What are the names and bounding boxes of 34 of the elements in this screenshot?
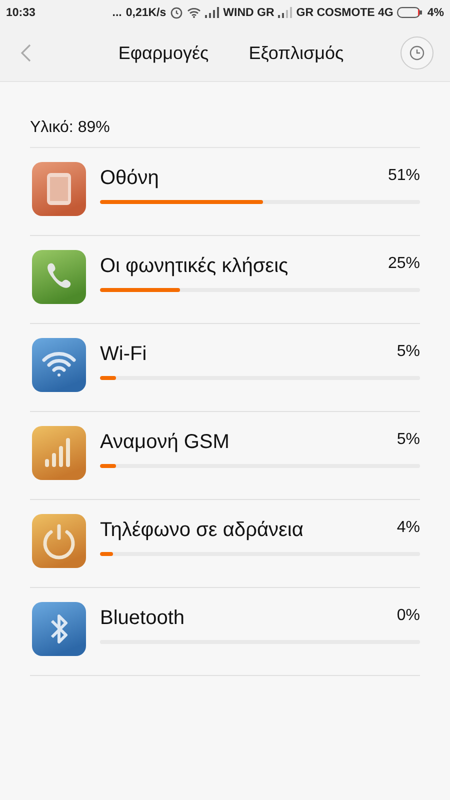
bluetooth-icon	[32, 602, 86, 656]
signal-icon	[205, 7, 220, 18]
clock-icon[interactable]	[400, 36, 434, 70]
carrier-name: WIND GR	[223, 6, 274, 18]
item-percent: 5%	[396, 431, 420, 449]
battery-percent: 4%	[427, 6, 444, 18]
carrier-name: GR COSMOTE 4G	[296, 6, 394, 18]
item-name: Bluetooth	[100, 607, 185, 630]
signal-icon	[32, 426, 86, 480]
status-dots: ...	[112, 6, 122, 18]
status-time: 10:33	[6, 6, 36, 18]
tab[interactable]: Εφαρμογές	[118, 42, 209, 64]
item-name: Οι φωνητικές κλήσεις	[100, 255, 288, 278]
item-percent: 5%	[396, 343, 420, 361]
back-icon[interactable]	[20, 43, 32, 63]
item-name: Wi-Fi	[100, 343, 147, 366]
item-percent: 0%	[396, 607, 420, 625]
item-name: Οθόνη	[100, 167, 159, 190]
handset-icon	[32, 250, 86, 304]
alarm-icon	[170, 6, 184, 19]
phone-icon	[32, 162, 86, 216]
wifi-icon	[32, 338, 86, 392]
item-percent: 4%	[396, 519, 420, 537]
item-name: Τηλέφωνο σε αδράνεια	[100, 519, 304, 542]
tab[interactable]: Εξοπλισμός	[248, 42, 344, 64]
wifi-icon	[187, 7, 202, 18]
item-percent: 25%	[388, 255, 420, 273]
hardware-summary: Υλικό: 89%	[30, 114, 420, 148]
power-icon	[32, 514, 86, 568]
signal-icon	[278, 7, 292, 18]
item-name: Αναμονή GSM	[100, 431, 230, 454]
battery-icon	[397, 7, 424, 18]
item-percent: 51%	[388, 167, 420, 185]
network-speed: 0,21K/s	[126, 6, 166, 18]
